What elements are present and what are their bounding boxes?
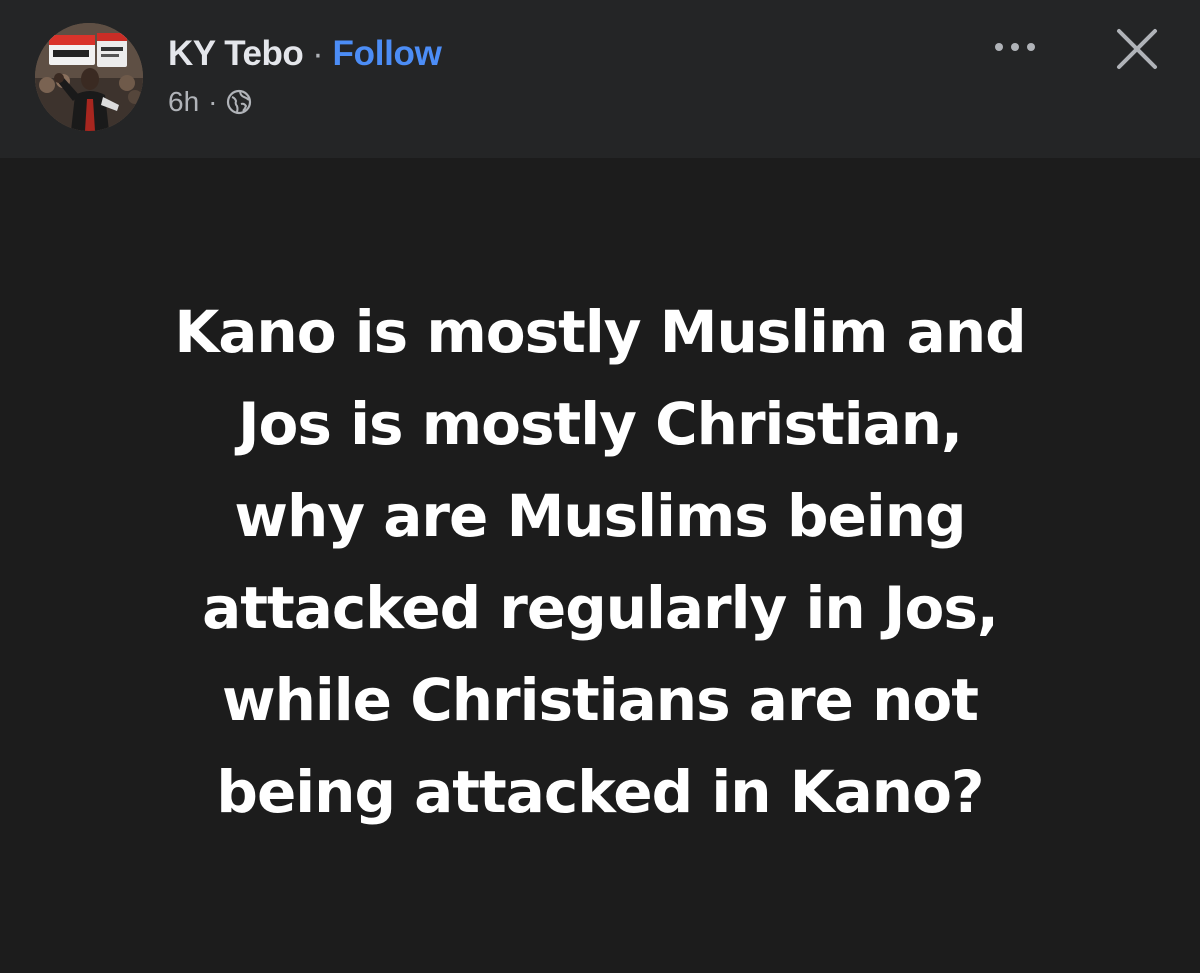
post-text-line: while Christians are not [222,666,979,734]
author-line: KY Tebo · Follow [168,30,442,78]
follow-button[interactable]: Follow [333,34,442,74]
timestamp[interactable]: 6h [168,86,199,118]
person-head [81,68,99,90]
avatar[interactable] [35,23,143,131]
post-text-line: Jos is mostly Christian, [237,390,963,458]
post-text: Kano is mostly Muslim and Jos is mostly … [60,286,1140,838]
post-body: Kano is mostly Muslim and Jos is mostly … [0,158,1200,973]
meta-separator: · [208,86,218,117]
more-options-icon[interactable] [990,32,1040,62]
author-name[interactable]: KY Tebo [168,34,304,74]
post-text-line: attacked regularly in Jos, [202,574,999,642]
post-header: KY Tebo · Follow 6h · [0,0,1200,158]
post-text-line: being attacked in Kano? [216,758,984,826]
post-text-line: Kano is mostly Muslim and [174,298,1026,366]
close-icon[interactable] [1112,24,1162,74]
avatar-image [35,23,143,131]
name-separator: · [312,34,324,73]
globe-icon [227,89,252,115]
post-meta: 6h · [168,82,252,122]
post-text-line: why are Muslims being [234,482,966,550]
